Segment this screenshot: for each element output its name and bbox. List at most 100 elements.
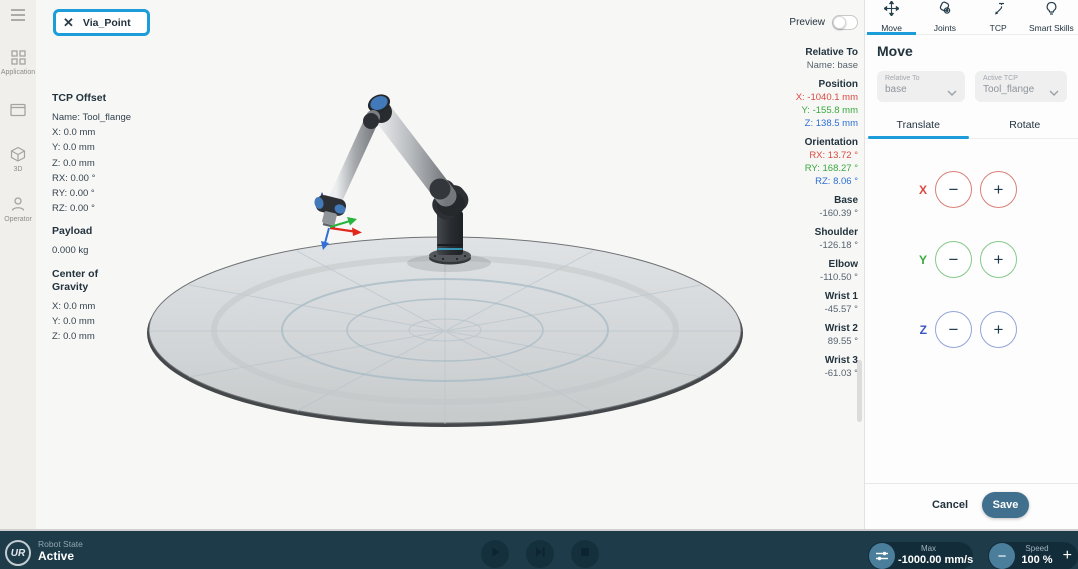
joint-label: Shoulder: [728, 226, 858, 239]
jog-row-y: Y − +: [865, 241, 1078, 279]
position-y: Y: -155.8 mm: [728, 104, 858, 117]
mode-tab-label: Rotate: [1009, 119, 1040, 131]
sidebar-item-program[interactable]: [0, 103, 36, 121]
tcp-offset-row: RX: 0.00 °: [52, 171, 142, 186]
cancel-button[interactable]: Cancel: [923, 495, 977, 515]
mode-tab-label: Translate: [897, 119, 940, 131]
relative-to-value: Name: base: [728, 59, 858, 72]
step-button[interactable]: [526, 540, 554, 568]
y-minus-button[interactable]: −: [935, 241, 972, 278]
joint-value: -110.50 °: [728, 271, 858, 284]
sidebar-item-label: Application: [0, 69, 36, 76]
joints-icon: [937, 1, 952, 21]
chevron-down-icon: [947, 83, 957, 101]
cog-row: X: 0.0 mm: [52, 299, 142, 314]
z-minus-button[interactable]: −: [935, 311, 972, 348]
speed-increase-button[interactable]: +: [1063, 545, 1072, 567]
window-icon: [0, 103, 36, 117]
tab-tcp[interactable]: TCP: [972, 0, 1025, 34]
sidebar-item-application[interactable]: Application: [0, 50, 36, 76]
panel-title: Move: [877, 43, 913, 59]
bottom-bar: UR Robot State Active: [0, 529, 1078, 569]
speed-settings-button[interactable]: [869, 543, 895, 569]
select-label: Active TCP: [983, 75, 1059, 83]
axis-label-y: Y: [877, 241, 927, 279]
panel-tabs: Move Joints: [865, 0, 1078, 35]
relative-to-title: Relative To: [728, 46, 858, 59]
app-root: Application 3D: [0, 0, 1078, 569]
tcp-offset-row: Z: 0.0 mm: [52, 156, 142, 171]
preview-toggle[interactable]: [832, 15, 858, 30]
tab-joints[interactable]: Joints: [918, 0, 971, 34]
ur-logo-text: UR: [11, 548, 25, 559]
tab-label: TCP: [990, 23, 1007, 33]
cog-title: Center of Gravity: [52, 268, 110, 294]
tab-smart-skills[interactable]: Smart Skills: [1025, 0, 1078, 34]
jog-row-x: X − +: [865, 171, 1078, 209]
app-grid-icon: [0, 50, 36, 65]
save-button[interactable]: Save: [982, 492, 1029, 518]
via-point-chip[interactable]: ✕ Via_Point: [53, 9, 150, 36]
joint-value: 89.55 °: [728, 335, 858, 348]
scrollbar-thumb[interactable]: [857, 360, 862, 422]
axis-label-x: X: [877, 171, 927, 209]
pose-info-column: Relative To Name: base Position X: -1040…: [728, 46, 858, 386]
orientation-rz: RZ: 8.06 °: [728, 175, 858, 188]
speed-decrease-button[interactable]: −: [989, 543, 1015, 569]
preview-label: Preview: [789, 17, 825, 28]
ur-logo: UR: [5, 540, 31, 566]
speed-label: Speed: [1018, 544, 1056, 554]
tab-label: Joints: [934, 23, 956, 33]
sidebar-item-3d[interactable]: 3D: [0, 146, 36, 173]
tcp-offset-row: X: 0.0 mm: [52, 125, 142, 140]
cog-row: Y: 0.0 mm: [52, 314, 142, 329]
tab-translate[interactable]: Translate: [865, 112, 972, 138]
move-panel: Move Joints: [864, 0, 1078, 529]
speed-pill: − Speed 100 % +: [988, 542, 1078, 569]
tab-rotate[interactable]: Rotate: [972, 112, 1078, 138]
close-icon[interactable]: ✕: [63, 16, 74, 29]
menu-button[interactable]: [0, 8, 36, 22]
payload-title: Payload: [52, 225, 142, 238]
cog-row: Z: 0.0 mm: [52, 329, 142, 344]
relative-to-select[interactable]: Relative To base: [877, 71, 965, 102]
mode-tabs: Translate Rotate: [865, 112, 1078, 139]
orientation-title: Orientation: [728, 136, 858, 149]
z-plus-button[interactable]: +: [980, 311, 1017, 348]
x-plus-button[interactable]: +: [980, 171, 1017, 208]
tab-move[interactable]: Move: [865, 0, 918, 34]
tcp-offset-row: Name: Tool_flange: [52, 110, 142, 125]
tcp-icon: [991, 1, 1006, 21]
sidebar-item-operator[interactable]: Operator: [0, 196, 36, 223]
sidebar-item-label: 3D: [0, 166, 36, 173]
joint-label: Wrist 2: [728, 322, 858, 335]
speed-value: 100 %: [1018, 554, 1056, 567]
axis-label-z: Z: [877, 311, 927, 349]
active-tcp-select[interactable]: Active TCP Tool_flange: [975, 71, 1067, 102]
joint-value: -126.18 °: [728, 239, 858, 252]
cube-icon: [0, 146, 36, 162]
play-button[interactable]: [481, 540, 509, 568]
x-minus-button[interactable]: −: [935, 171, 972, 208]
toggle-knob: [833, 16, 846, 29]
select-label: Relative To: [885, 75, 957, 83]
joint-label: Elbow: [728, 258, 858, 271]
position-z: Z: 138.5 mm: [728, 117, 858, 130]
robot-state-value: Active: [38, 549, 74, 563]
max-speed-pill: Max -1000.00 mm/s: [868, 542, 973, 569]
tcp-offset-row: Y: 0.0 mm: [52, 140, 142, 155]
joint-value: -160.39 °: [728, 207, 858, 220]
chevron-down-icon: [1049, 83, 1059, 101]
position-x: X: -1040.1 mm: [728, 91, 858, 104]
y-plus-button[interactable]: +: [980, 241, 1017, 278]
lightbulb-icon: [1044, 1, 1059, 21]
hamburger-icon: [0, 8, 36, 22]
sidebar: Application 3D: [0, 0, 36, 529]
position-title: Position: [728, 78, 858, 91]
stop-button[interactable]: [571, 540, 599, 568]
footer-divider: [865, 483, 1078, 484]
3d-viewport[interactable]: ✕ Via_Point Preview TCP Offset Name: Too…: [36, 0, 864, 529]
tab-label: Move: [881, 23, 902, 33]
joint-label: Base: [728, 194, 858, 207]
orientation-rx: RX: 13.72 °: [728, 149, 858, 162]
